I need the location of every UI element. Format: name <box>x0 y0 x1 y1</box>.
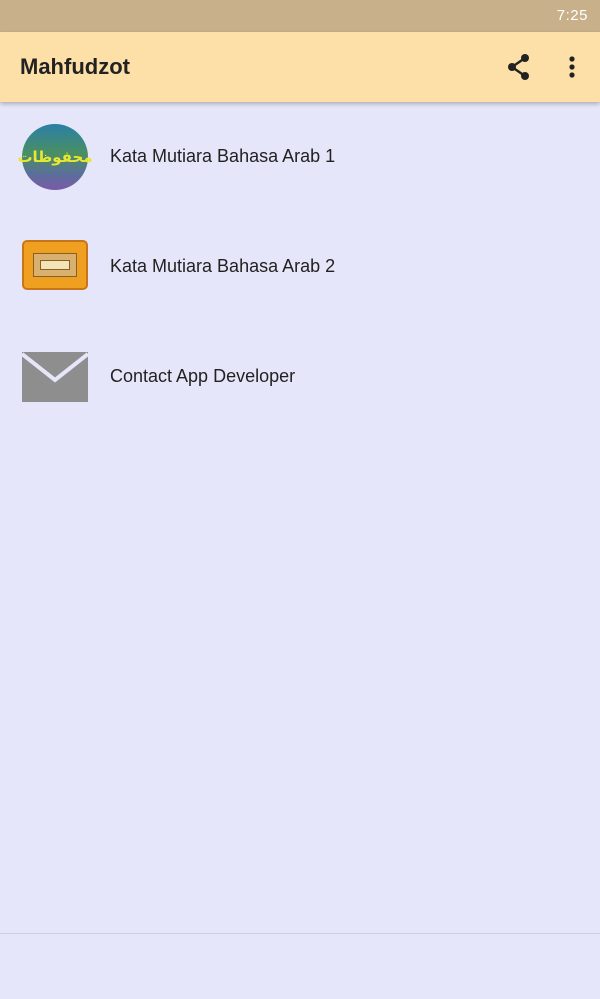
menu-list: محفوظات Kata Mutiara Bahasa Arab 1 Kata … <box>0 102 600 432</box>
list-item-kata-mutiara-2[interactable]: Kata Mutiara Bahasa Arab 2 <box>0 212 600 322</box>
more-options-button[interactable] <box>556 50 588 84</box>
book-box-icon <box>22 234 88 300</box>
more-vert-icon <box>569 56 575 78</box>
app-title: Mahfudzot <box>20 54 130 79</box>
mahfudzot-arabic-icon: محفوظات <box>17 124 93 190</box>
status-time: 7:25 <box>556 7 588 24</box>
list-item-label: Kata Mutiara Bahasa Arab 2 <box>110 256 336 276</box>
list-item-contact-developer[interactable]: Contact App Developer <box>0 322 600 432</box>
share-icon <box>508 54 529 80</box>
list-item-kata-mutiara-1[interactable]: محفوظات Kata Mutiara Bahasa Arab 1 <box>0 102 600 212</box>
list-item-label: Kata Mutiara Bahasa Arab 1 <box>110 146 336 166</box>
mail-icon <box>20 344 90 410</box>
status-bar: 7:25 <box>0 0 600 32</box>
mahfudzot-arabic-text: محفوظات <box>17 149 93 166</box>
mahfudzot-arabic-badge: محفوظات <box>17 124 93 190</box>
share-button[interactable] <box>502 50 536 84</box>
app-bar: Mahfudzot <box>0 32 600 102</box>
bottom-divider <box>0 933 600 934</box>
list-item-label: Contact App Developer <box>110 366 296 386</box>
